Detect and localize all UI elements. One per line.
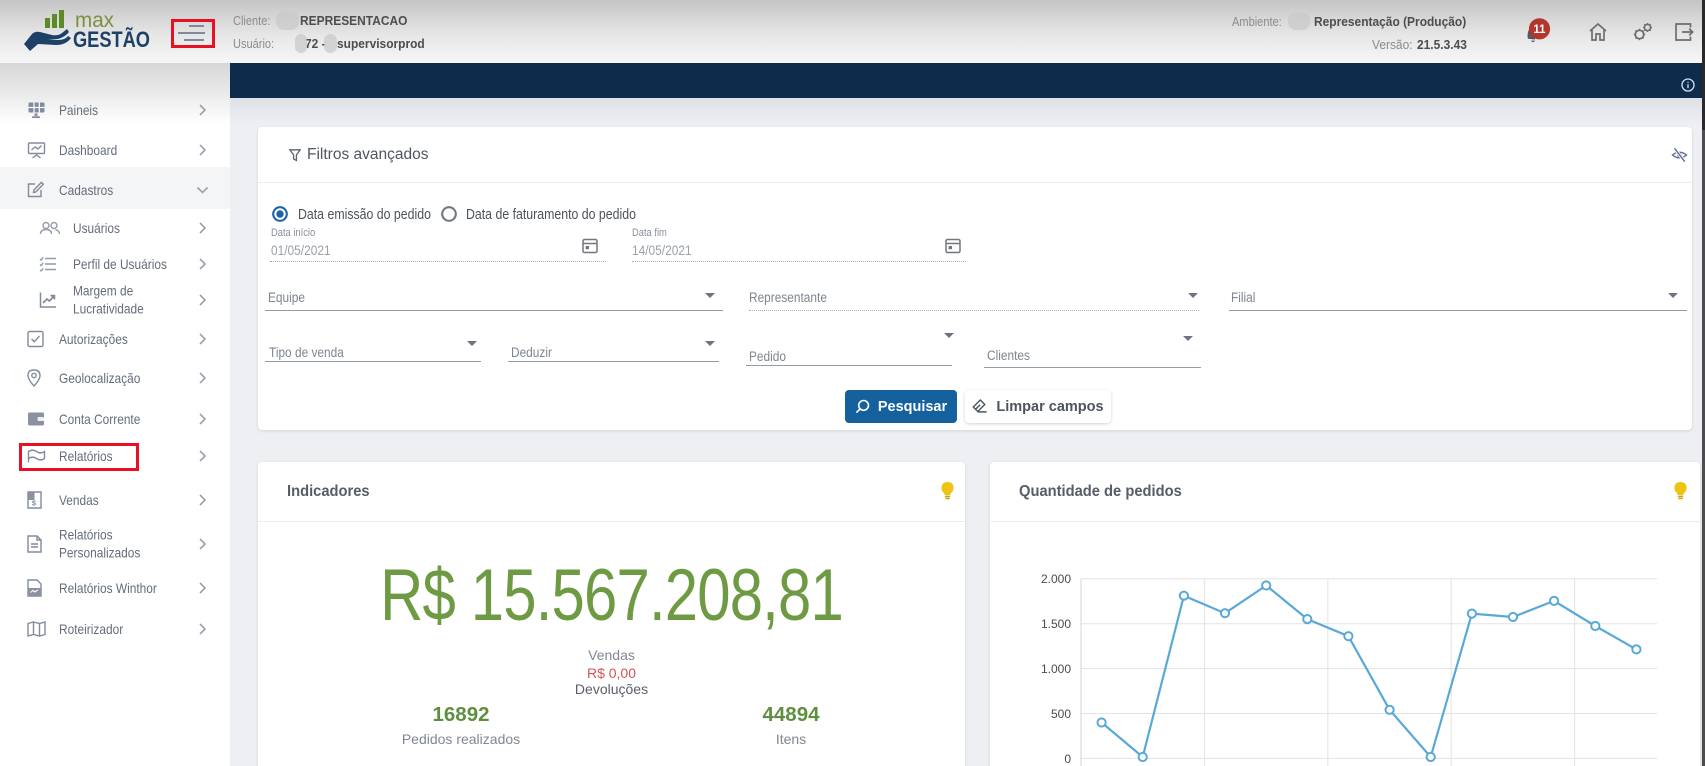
svg-text:2.000: 2.000 (1041, 572, 1071, 586)
svg-text:1.000: 1.000 (1041, 662, 1071, 676)
svg-text:11: 11 (1533, 24, 1546, 36)
svg-text:0: 0 (1064, 752, 1071, 766)
svg-text:GESTÃO: GESTÃO (73, 27, 150, 52)
svg-text:1.500: 1.500 (1041, 617, 1071, 631)
svg-text:500: 500 (1051, 707, 1071, 721)
